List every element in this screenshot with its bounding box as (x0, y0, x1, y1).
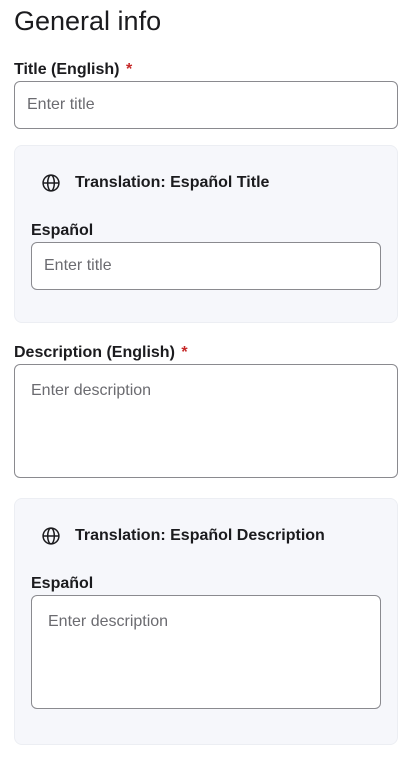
required-indicator: * (181, 344, 188, 361)
description-translation-textarea[interactable] (31, 595, 381, 709)
title-translation-input[interactable] (31, 242, 381, 290)
description-label-text: Description (English) (14, 344, 175, 361)
required-indicator: * (125, 61, 133, 78)
description-translation-header: Translation: Español Description (41, 525, 325, 547)
title-translation-heading: Translation: Español Title (75, 174, 270, 191)
page-title: General info (14, 6, 162, 36)
title-translation-header: Translation: Español Title (41, 172, 269, 194)
globe-icon (42, 527, 60, 545)
description-textarea[interactable] (14, 364, 398, 478)
title-label-text: Title (English) (14, 61, 120, 78)
title-field-label: Title (English) * (14, 60, 132, 80)
title-input[interactable] (14, 81, 398, 129)
description-field-label: Description (English) * (14, 343, 188, 363)
description-translation-label: Español (31, 575, 94, 592)
title-translation-label: Español (31, 222, 94, 239)
globe-icon (42, 174, 60, 192)
description-translation-heading: Translation: Español Description (75, 527, 325, 544)
